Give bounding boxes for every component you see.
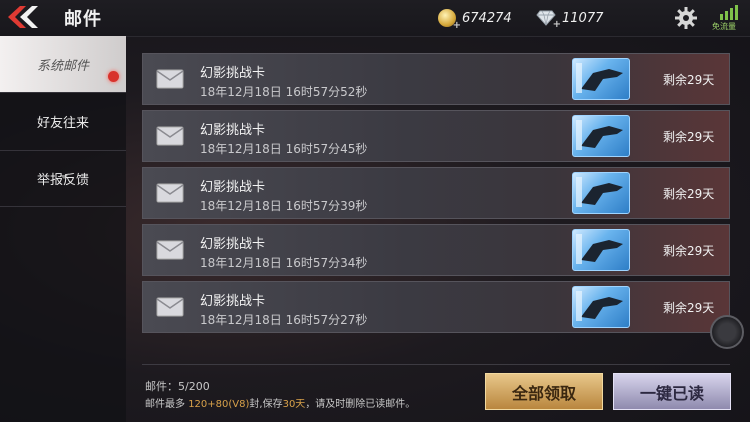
envelope-icon — [156, 126, 184, 146]
remaining-days: 剩余29天 — [663, 130, 715, 144]
remaining-days: 剩余29天 — [663, 73, 715, 87]
note-suffix: ，请及时删除已读邮件。 — [305, 399, 416, 410]
page-title: 邮件 — [64, 9, 102, 30]
add-diamond-icon[interactable]: + — [553, 19, 561, 30]
mail-timestamp: 18年12月18日 16时57分39秒 — [200, 199, 368, 213]
sidebar-item-label: 系统邮件 — [36, 58, 89, 74]
mail-timestamp: 18年12月18日 16时57分27秒 — [200, 313, 368, 327]
note-mid: 封,保存 — [249, 399, 283, 410]
mail-title: 幻影挑战卡 — [200, 294, 266, 309]
note-days: 30天 — [282, 399, 306, 410]
sidebar-item-system-mail[interactable]: 系统邮件 — [0, 36, 126, 93]
diamond-icon: + — [536, 10, 561, 30]
mail-title: 幻影挑战卡 — [200, 123, 266, 138]
mail-count-value: 5/200 — [178, 380, 210, 393]
phantom-card-attachment-icon — [572, 286, 630, 328]
mail-timestamp: 18年12月18日 16时57分45秒 — [200, 142, 368, 156]
envelope-icon — [156, 69, 184, 89]
mail-title: 幻影挑战卡 — [200, 66, 266, 81]
sidebar-item-report-feedback[interactable]: 举报反馈 — [0, 150, 126, 207]
envelope-icon — [156, 297, 184, 317]
mail-title: 幻影挑战卡 — [200, 180, 266, 195]
mail-count-label: 邮件： — [145, 380, 178, 393]
gold-coin-icon: + — [438, 9, 461, 31]
envelope-icon — [156, 240, 184, 260]
unread-notification-dot — [108, 71, 119, 82]
sidebar-item-label: 举报反馈 — [36, 172, 89, 188]
diamond-counter[interactable]: + 11077 — [536, 7, 604, 30]
remaining-days: 剩余29天 — [663, 187, 715, 201]
phantom-card-attachment-icon — [572, 229, 630, 271]
phantom-card-attachment-icon — [572, 172, 630, 214]
footer-divider — [142, 364, 730, 365]
mail-row[interactable]: 幻影挑战卡 18年12月18日 16时57分27秒 剩余29天 — [142, 281, 730, 333]
mail-timestamp: 18年12月18日 16时57分34秒 — [200, 256, 368, 270]
mail-row[interactable]: 幻影挑战卡 18年12月18日 16时57分34秒 剩余29天 — [142, 224, 730, 276]
add-gold-icon[interactable]: + — [453, 20, 461, 31]
mail-row[interactable]: 幻影挑战卡 18年12月18日 16时57分39秒 剩余29天 — [142, 167, 730, 219]
signal-bars-icon — [720, 5, 738, 20]
mail-count: 邮件：5/200 — [145, 378, 210, 394]
mail-title: 幻影挑战卡 — [200, 237, 266, 252]
settings-gear-icon[interactable] — [674, 6, 698, 30]
mark-all-read-button[interactable]: 一键已读 — [613, 373, 731, 410]
mail-row[interactable]: 幻影挑战卡 18年12月18日 16时57分52秒 剩余29天 — [142, 53, 730, 105]
floating-joystick-button[interactable] — [710, 315, 744, 349]
mail-row[interactable]: 幻影挑战卡 18年12月18日 16时57分45秒 剩余29天 — [142, 110, 730, 162]
traffic-free-label: 免流量 — [712, 22, 736, 31]
sidebar-item-label: 好友往来 — [36, 115, 89, 131]
phantom-card-attachment-icon — [572, 115, 630, 157]
phantom-card-attachment-icon — [572, 58, 630, 100]
data-traffic-indicator: 免流量 — [712, 4, 744, 32]
back-arrow-icon[interactable] — [6, 4, 46, 30]
note-cap: 120+80(V8) — [188, 399, 250, 410]
mail-timestamp: 18年12月18日 16时57分52秒 — [200, 85, 368, 99]
mail-limit-note: 邮件最多 120+80(V8)封,保存30天，请及时删除已读邮件。 — [145, 395, 415, 410]
mail-category-sidebar: 系统邮件 好友往来 举报反馈 — [0, 36, 126, 422]
diamond-amount: 11077 — [562, 10, 604, 26]
claim-all-button[interactable]: 全部领取 — [485, 373, 603, 410]
sidebar-item-friends[interactable]: 好友往来 — [0, 92, 126, 151]
top-bar: 邮件 + 674274 + 11077 免流量 — [0, 0, 750, 37]
remaining-days: 剩余29天 — [663, 301, 715, 315]
gold-counter[interactable]: + 674274 — [438, 7, 512, 31]
envelope-icon — [156, 183, 184, 203]
note-prefix: 邮件最多 — [145, 399, 189, 410]
gold-amount: 674274 — [462, 10, 512, 26]
remaining-days: 剩余29天 — [663, 244, 715, 258]
